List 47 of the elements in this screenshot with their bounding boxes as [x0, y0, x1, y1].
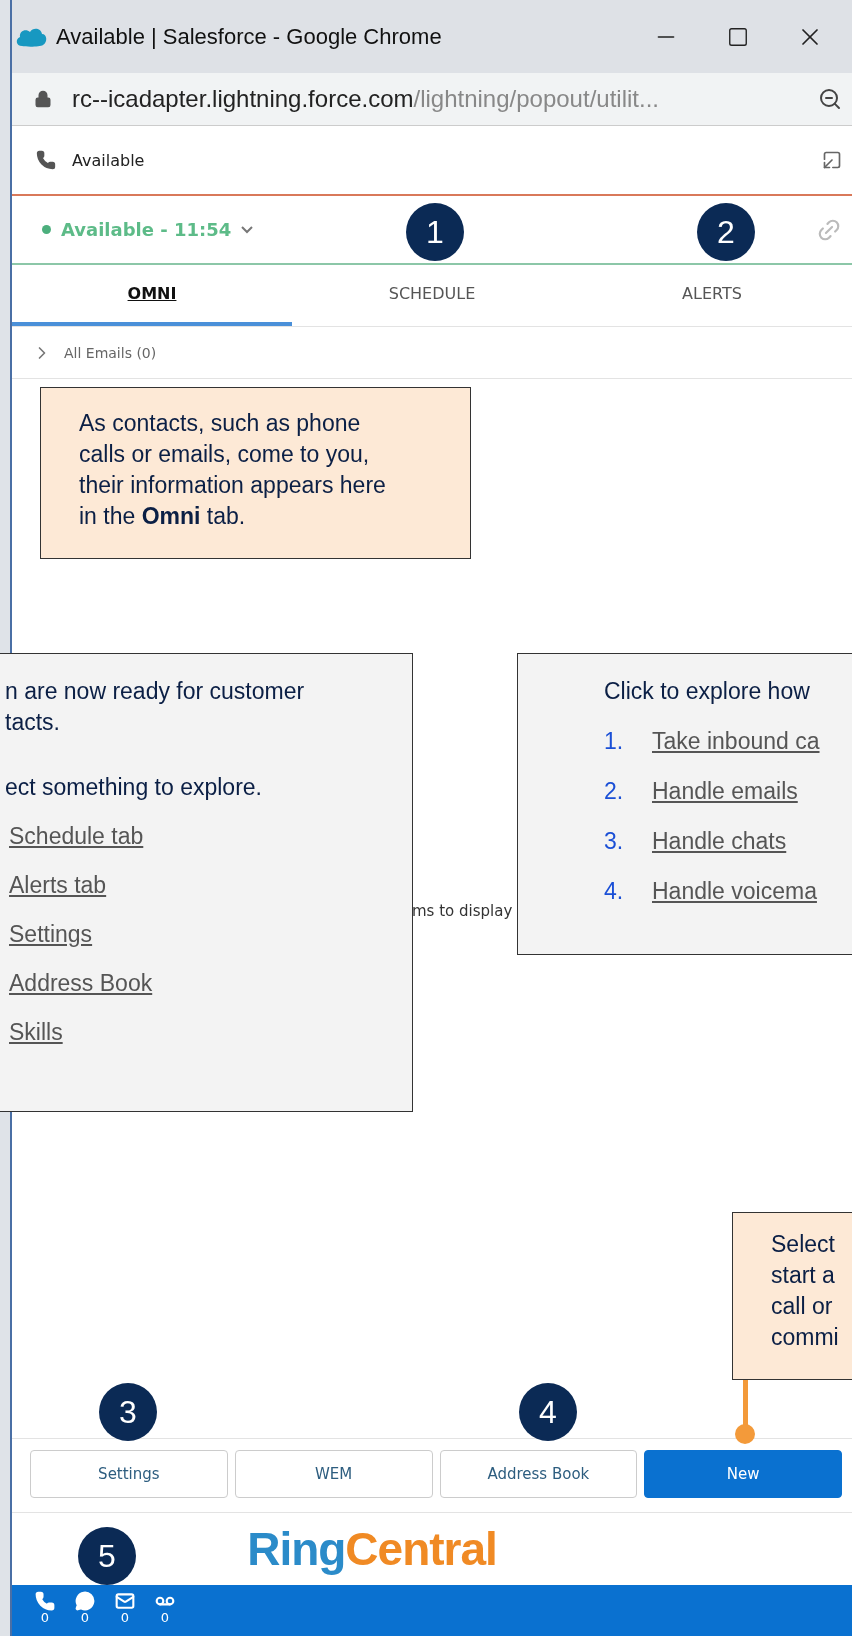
- list-number: 2.: [604, 777, 625, 806]
- callout-text: n are now ready for customer: [5, 677, 306, 706]
- tab[interactable]: ALERTS: [572, 265, 852, 326]
- explore-link[interactable]: Schedule tab: [9, 821, 144, 852]
- chat-icon[interactable]: [75, 1591, 95, 1611]
- action-button[interactable]: Address Book: [439, 1450, 638, 1498]
- phone-icon[interactable]: [35, 1591, 55, 1611]
- explore-link[interactable]: Handle voicema: [652, 876, 817, 907]
- action-button[interactable]: WEM: [234, 1450, 433, 1498]
- leader-line: [735, 1380, 755, 1446]
- callout-text: As contacts, such as phone calls or emails, come to you, their information appears here in the Omni tab.: [79, 409, 387, 531]
- channel-count: 0: [40, 1611, 50, 1625]
- channel-count: 0: [80, 1611, 90, 1625]
- callout-text: call or: [771, 1292, 834, 1321]
- explore-link[interactable]: Alerts tab: [9, 870, 107, 901]
- status-dot: [42, 225, 51, 234]
- callout-text: Select: [771, 1230, 836, 1259]
- mail-icon[interactable]: [115, 1591, 135, 1611]
- window-title: Available | Salesforce - Google Chrome: [56, 23, 443, 50]
- list-number: 4.: [604, 877, 625, 906]
- explore-link[interactable]: Skills: [9, 1017, 63, 1048]
- logo: RingCentral: [247, 1522, 497, 1576]
- action-button[interactable]: Settings: [30, 1450, 228, 1498]
- callout-text: tacts.: [5, 708, 61, 737]
- callout-text: start a: [771, 1261, 836, 1290]
- list-number: 1.: [604, 727, 625, 756]
- header-title: Available: [72, 150, 146, 170]
- list-number: 3.: [604, 827, 625, 856]
- explore-link[interactable]: Take inbound ca: [652, 726, 820, 757]
- empty-message: ms to display: [412, 902, 513, 920]
- zoom-icon[interactable]: [818, 87, 842, 111]
- lock-icon: [34, 90, 52, 108]
- channel-count: 0: [160, 1611, 170, 1625]
- callout-text: commi: [771, 1323, 840, 1352]
- callout-heading: Click to explore how: [604, 677, 811, 706]
- action-button[interactable]: New: [644, 1450, 842, 1498]
- chevron-down-icon: [241, 225, 254, 234]
- channel-count: 0: [120, 1611, 130, 1625]
- callout-text: ect something to explore.: [5, 773, 263, 802]
- popout-icon[interactable]: [822, 150, 842, 170]
- explore-link[interactable]: Handle emails: [652, 776, 798, 807]
- maximize-icon[interactable]: [727, 25, 749, 48]
- explore-link[interactable]: Address Book: [9, 968, 153, 999]
- tab[interactable]: SCHEDULE: [292, 265, 572, 326]
- explore-link[interactable]: Handle chats: [652, 826, 787, 857]
- explore-link[interactable]: Settings: [9, 919, 93, 950]
- phone-icon: [36, 150, 56, 170]
